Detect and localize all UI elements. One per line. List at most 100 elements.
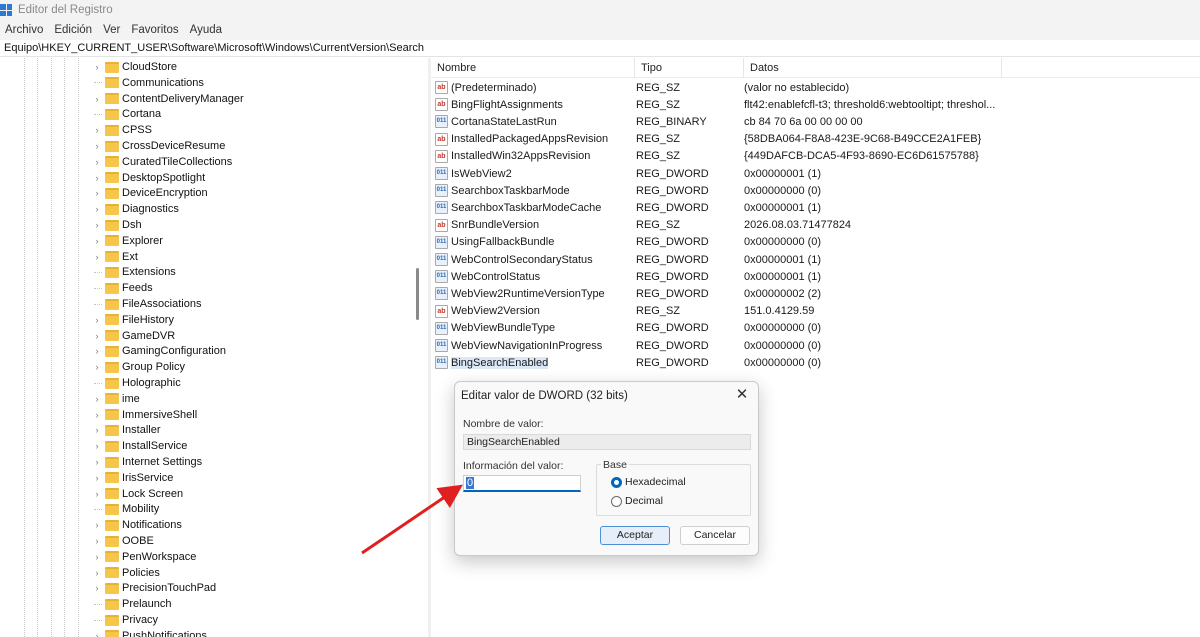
chevron-right-icon[interactable]: › (92, 425, 102, 435)
column-header-datos[interactable]: Datos (744, 58, 1002, 78)
menu-ayuda[interactable]: Ayuda (185, 24, 228, 36)
chevron-right-icon[interactable]: › (92, 204, 102, 214)
tree-item[interactable]: › Explorer (92, 233, 163, 249)
list-row[interactable]: 011 WebView2RuntimeVersionType REG_DWORD 0x… (435, 285, 1004, 302)
tree-item[interactable]: › DesktopSpotlight (92, 170, 206, 186)
tree-item[interactable]: › DeviceEncryption (92, 185, 208, 201)
chevron-right-icon[interactable]: › (92, 631, 102, 637)
chevron-right-icon[interactable]: › (92, 188, 102, 198)
list-row[interactable]: 011 CortanaStateLastRun REG_BINARY cb 84 70… (435, 113, 1004, 130)
chevron-right-icon[interactable]: › (92, 552, 102, 562)
list-row[interactable]: 011 IsWebView2 REG_DWORD 0x00000001 (1) (435, 165, 1004, 182)
tree-item[interactable]: › FileHistory (92, 312, 174, 328)
registry-tree[interactable]: › CloudStore Communications › ContentDeliver… (0, 58, 428, 637)
chevron-right-icon[interactable]: › (92, 346, 102, 356)
chevron-right-icon[interactable]: › (92, 125, 102, 135)
list-row[interactable]: 011 WebControlSecondaryStatus REG_DWORD 0x0… (435, 251, 1004, 268)
chevron-right-icon[interactable]: › (92, 236, 102, 246)
list-row[interactable]: 011 WebControlStatus REG_DWORD 0x00000001 (… (435, 268, 1004, 285)
address-bar[interactable]: Equipo\HKEY_CURRENT_USER\Software\Micros… (0, 40, 1200, 57)
chevron-right-icon[interactable]: › (92, 410, 102, 420)
list-row[interactable]: ab BingFlightAssignments REG_SZ flt42:enabl… (435, 96, 1004, 113)
menu-ver[interactable]: Ver (98, 24, 126, 36)
list-row[interactable]: ab InstalledPackagedAppsRevision REG_SZ {58… (435, 131, 1004, 148)
tree-scrollbar-thumb[interactable] (416, 268, 419, 320)
tree-item[interactable]: › ContentDeliveryManager (92, 91, 244, 107)
list-row[interactable]: 011 SearchboxTaskbarMode REG_DWORD 0x000000… (435, 182, 1004, 199)
tree-item[interactable]: › Policies (92, 565, 160, 581)
menu-favoritos[interactable]: Favoritos (126, 24, 184, 36)
tree-item[interactable]: Holographic (92, 375, 181, 391)
chevron-right-icon[interactable]: › (92, 441, 102, 451)
list-row[interactable]: ab InstalledWin32AppsRevision REG_SZ {449DA… (435, 148, 1004, 165)
tree-item[interactable]: › ime (92, 391, 140, 407)
tree-item[interactable]: › CloudStore (92, 59, 178, 75)
list-row[interactable]: 011 SearchboxTaskbarModeCache REG_DWORD 0x0… (435, 199, 1004, 216)
chevron-right-icon[interactable]: › (92, 157, 102, 167)
tree-item[interactable]: › PenWorkspace (92, 549, 197, 565)
chevron-right-icon[interactable]: › (92, 62, 102, 72)
tree-item[interactable]: › ImmersiveShell (92, 407, 198, 423)
tree-item[interactable]: › Lock Screen (92, 486, 184, 502)
accept-button[interactable]: Aceptar (600, 526, 670, 545)
menu-edicion[interactable]: Edición (49, 24, 98, 36)
radio-checked-icon[interactable] (611, 476, 622, 488)
tree-item[interactable]: › CuratedTileCollections (92, 154, 233, 170)
tree-item[interactable]: › Ext (92, 249, 138, 265)
tree-item[interactable]: › PrecisionTouchPad (92, 580, 217, 596)
chevron-right-icon[interactable]: › (92, 583, 102, 593)
radio-hexadecimal[interactable]: Hexadecimal (611, 476, 686, 488)
value-data-input[interactable]: 0 (463, 475, 581, 492)
list-row[interactable]: 011 WebViewNavigationInProgress REG_DWORD 0… (435, 337, 1004, 354)
chevron-right-icon[interactable]: › (92, 252, 102, 262)
chevron-right-icon[interactable]: › (92, 489, 102, 499)
list-row[interactable]: ab WebView2Version REG_SZ 151.0.4129.59 (435, 303, 1004, 320)
chevron-right-icon[interactable]: › (92, 536, 102, 546)
tree-item[interactable]: Privacy (92, 612, 158, 628)
tree-item[interactable]: › Group Policy (92, 359, 185, 375)
chevron-right-icon[interactable]: › (92, 520, 102, 530)
list-row[interactable]: ab (Predeterminado) REG_SZ (valor no establ… (435, 79, 1004, 96)
chevron-right-icon[interactable]: › (92, 394, 102, 404)
chevron-right-icon[interactable]: › (92, 315, 102, 325)
tree-item[interactable]: › Diagnostics (92, 201, 179, 217)
tree-item[interactable]: Communications (92, 75, 204, 91)
chevron-right-icon[interactable]: › (92, 568, 102, 578)
tree-item[interactable]: Cortana (92, 106, 161, 122)
list-row[interactable]: 011 UsingFallbackBundle REG_DWORD 0x0000000… (435, 234, 1004, 251)
column-header-nombre[interactable]: Nombre (431, 58, 635, 78)
close-icon[interactable]: ✕ (734, 386, 750, 404)
list-row[interactable]: 011 BingSearchEnabled REG_DWORD 0x00000000 … (435, 354, 1004, 371)
cancel-button[interactable]: Cancelar (680, 526, 750, 545)
tree-item[interactable]: › CPSS (92, 122, 152, 138)
tree-item[interactable]: › PushNotifications (92, 628, 207, 637)
chevron-right-icon[interactable]: › (92, 141, 102, 151)
tree-item[interactable]: Mobility (92, 501, 159, 517)
tree-item[interactable]: › IrisService (92, 470, 174, 486)
tree-item[interactable]: FileAssociations (92, 296, 201, 312)
chevron-right-icon[interactable]: › (92, 457, 102, 467)
tree-item[interactable]: Feeds (92, 280, 153, 296)
list-row[interactable]: ab SnrBundleVersion REG_SZ 2026.08.03.71477… (435, 217, 1004, 234)
chevron-right-icon[interactable]: › (92, 473, 102, 483)
tree-item[interactable]: › GameDVR (92, 328, 176, 344)
chevron-right-icon[interactable]: › (92, 220, 102, 230)
tree-item[interactable]: › Dsh (92, 217, 142, 233)
chevron-right-icon[interactable]: › (92, 331, 102, 341)
tree-item[interactable]: › CrossDeviceResume (92, 138, 226, 154)
chevron-right-icon[interactable]: › (92, 173, 102, 183)
tree-item[interactable]: Prelaunch (92, 596, 172, 612)
chevron-right-icon[interactable]: › (92, 362, 102, 372)
tree-item[interactable]: › Installer (92, 422, 161, 438)
tree-item[interactable]: › GamingConfiguration (92, 343, 226, 359)
tree-item[interactable]: › Notifications (92, 517, 182, 533)
radio-decimal[interactable]: Decimal (611, 495, 663, 507)
chevron-right-icon[interactable]: › (92, 94, 102, 104)
menu-archivo[interactable]: Archivo (0, 24, 49, 36)
radio-unchecked-icon[interactable] (611, 495, 622, 507)
tree-item[interactable]: › Internet Settings (92, 454, 203, 470)
column-header-tipo[interactable]: Tipo (635, 58, 744, 78)
tree-item[interactable]: Extensions (92, 264, 176, 280)
tree-item[interactable]: › InstallService (92, 438, 188, 454)
tree-item[interactable]: › OOBE (92, 533, 154, 549)
